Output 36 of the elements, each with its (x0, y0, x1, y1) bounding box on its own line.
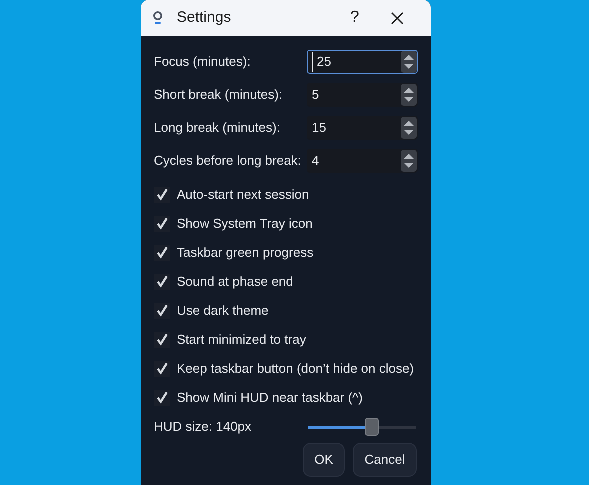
spin-arrows-icon[interactable] (401, 150, 417, 172)
window-title: Settings (177, 8, 232, 28)
field-label: Long break (minutes): (154, 119, 280, 138)
hud-size-slider[interactable] (308, 418, 416, 436)
spin-box[interactable]: 5 (307, 83, 418, 107)
checkbox[interactable] (154, 302, 170, 318)
checkbox-label: Show System Tray icon (177, 214, 313, 233)
cancel-button[interactable]: Cancel (353, 443, 417, 477)
checkbox[interactable] (154, 360, 170, 376)
ok-button[interactable]: OK (303, 443, 345, 477)
checkbox[interactable] (154, 390, 170, 406)
checkbox-label: Use dark theme (177, 302, 269, 320)
checkbox-label: Keep taskbar button (don’t hide on close) (177, 360, 414, 378)
help-button[interactable]: ? (335, 3, 375, 33)
checkbox[interactable] (154, 186, 170, 202)
app-icon (153, 11, 163, 25)
hud-size-label: HUD size: 140px (154, 418, 252, 436)
spin-box[interactable]: 4 (307, 149, 418, 173)
checkbox[interactable] (154, 216, 170, 232)
spin-box[interactable]: 15 (307, 116, 418, 140)
checkbox[interactable] (154, 332, 170, 348)
checkbox-label: Taskbar green progress (177, 244, 314, 262)
close-icon (390, 12, 404, 24)
checkbox[interactable] (154, 244, 170, 260)
spin-arrows-icon[interactable] (401, 84, 417, 106)
checkbox-label: Sound at phase end (177, 272, 294, 291)
spin-arrows-icon[interactable] (401, 51, 417, 73)
field-label: Short break (minutes): (154, 86, 283, 104)
checkbox-label: Show Mini HUD near taskbar (^) (177, 388, 363, 407)
checkbox[interactable] (154, 274, 170, 290)
field-label: Cycles before long break: (154, 152, 302, 170)
spin-arrows-icon[interactable] (401, 117, 417, 139)
spin-box[interactable]: 25 (307, 50, 418, 74)
field-label: Focus (minutes): (154, 53, 251, 72)
checkbox-label: Auto-start next session (177, 186, 310, 204)
checkbox-label: Start minimized to tray (177, 330, 306, 349)
